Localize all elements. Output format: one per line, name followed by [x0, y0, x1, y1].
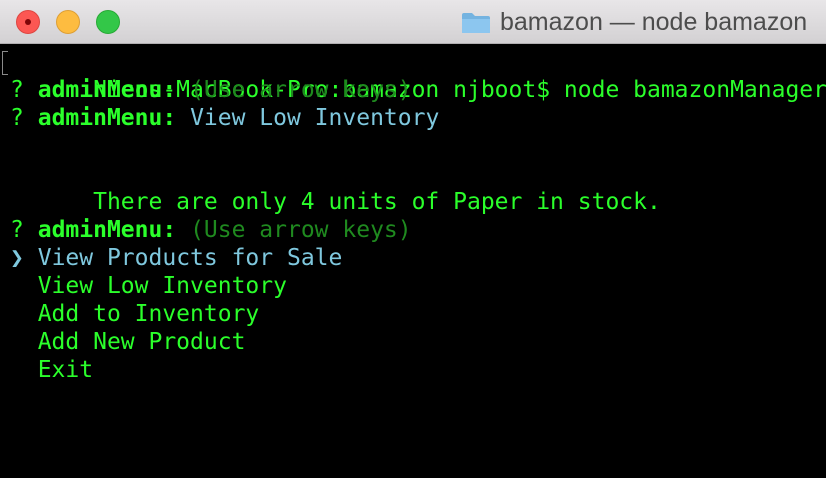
menu-option-label: Add New Product	[37, 329, 246, 355]
terminal-window: bamazon — node bamazon Nicos-MacBook-Pro…	[0, 0, 826, 478]
close-button[interactable]	[16, 10, 40, 34]
prompt-mark	[2, 51, 8, 75]
folder-icon	[462, 13, 490, 33]
question-hint: (Use arrow keys)	[190, 77, 412, 103]
stock-message: There are only 4 units of Paper in stock…	[93, 189, 661, 215]
menu-option-view-products[interactable]: ❯ View Products for Sale	[10, 244, 342, 272]
pointer-icon: ❯	[10, 245, 24, 271]
window-title: bamazon — node bamazon	[500, 8, 808, 36]
menu-option-label: View Low Inventory	[37, 273, 287, 299]
question-line-1: ? adminMenu: (Use arrow keys)	[10, 76, 412, 104]
command-line: Nicos-MacBook-Pro:bamazon njboot$ node b…	[10, 48, 826, 103]
question-name: adminMenu:	[37, 217, 177, 243]
question-mark: ?	[10, 77, 24, 103]
menu-option-add-new-product[interactable]: Add New Product	[10, 328, 246, 356]
close-icon	[25, 19, 31, 25]
question-hint: (Use arrow keys)	[190, 217, 412, 243]
maximize-button[interactable]	[96, 10, 120, 34]
output-message: There are only 4 units of Paper in stock…	[10, 160, 661, 215]
menu-option-add-to-inventory[interactable]: Add to Inventory	[10, 300, 260, 328]
question-name: adminMenu:	[37, 77, 177, 103]
question-mark: ?	[10, 217, 24, 243]
question-line-2: ? adminMenu: View Low Inventory	[10, 104, 439, 132]
menu-option-label: Exit	[37, 357, 94, 383]
terminal-content[interactable]: Nicos-MacBook-Pro:bamazon njboot$ node b…	[0, 44, 826, 478]
question-answer: View Low Inventory	[190, 105, 440, 131]
question-line-3: ? adminMenu: (Use arrow keys)	[10, 216, 412, 244]
question-mark: ?	[10, 105, 24, 131]
question-name: adminMenu:	[37, 105, 177, 131]
menu-option-label: Add to Inventory	[37, 301, 260, 327]
title-bar[interactable]: bamazon — node bamazon	[0, 0, 826, 44]
menu-option-exit[interactable]: Exit	[10, 356, 93, 384]
menu-option-label: View Products for Sale	[37, 245, 343, 271]
menu-option-view-low-inventory[interactable]: View Low Inventory	[10, 272, 287, 300]
minimize-button[interactable]	[56, 10, 80, 34]
